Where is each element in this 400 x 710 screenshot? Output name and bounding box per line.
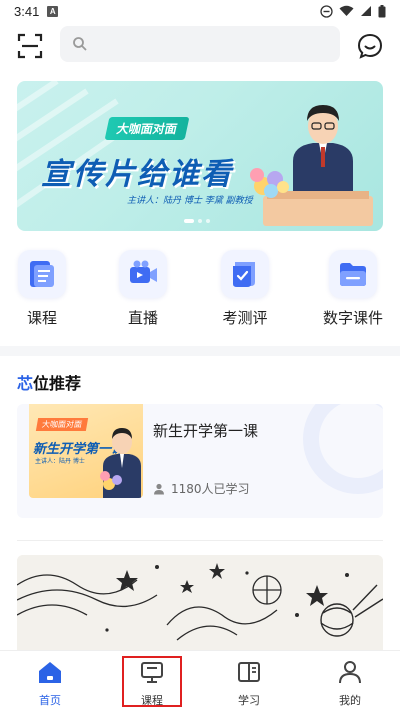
scan-icon[interactable] xyxy=(16,32,44,60)
quick-link-label: 课程 xyxy=(26,309,57,327)
highlight-annotation xyxy=(122,656,182,707)
title-rest: 位推荐 xyxy=(33,374,82,393)
divider xyxy=(17,540,383,541)
quick-link-live[interactable]: 直播 xyxy=(103,250,183,328)
nav-label: 首页 xyxy=(39,694,61,707)
title-accent: 芯 xyxy=(17,374,34,393)
pagination-dot xyxy=(206,219,210,223)
pagination-dot xyxy=(198,219,202,223)
battery-icon xyxy=(378,4,386,17)
quick-links: 课程 直播 考测评 数字课件 xyxy=(0,250,400,330)
engraving-illustration xyxy=(17,555,383,655)
user-icon xyxy=(154,483,164,494)
status-bar: 3:41 A xyxy=(0,0,400,22)
learner-count: 1180人已学习 xyxy=(171,482,250,496)
quick-link-exam[interactable]: 考测评 xyxy=(205,250,285,328)
nav-study[interactable]: 学习 xyxy=(219,659,279,708)
search-input[interactable] xyxy=(94,30,330,58)
course-card[interactable]: 大咖面对面 新生开学第一课 主讲人：陆丹 博士 新生开学第一课 1180人已学习 xyxy=(17,404,383,518)
section-separator xyxy=(0,346,400,356)
exam-icon xyxy=(221,250,269,298)
signal-icon xyxy=(361,6,371,16)
banner-pagination xyxy=(184,219,210,223)
card-decoration xyxy=(303,404,383,494)
folder-icon xyxy=(329,250,377,298)
home-icon xyxy=(39,662,61,683)
status-time: 3:41 xyxy=(14,3,40,19)
study-book-icon xyxy=(238,662,260,682)
section-title-recommend: 芯位推荐 xyxy=(17,370,81,394)
notification-badge: A xyxy=(47,5,59,17)
course-book-icon xyxy=(18,250,66,298)
nav-profile[interactable]: 我的 xyxy=(320,659,380,708)
search-bar[interactable] xyxy=(60,26,340,62)
thumb-tag: 大咖面对面 xyxy=(35,418,89,431)
nav-label: 我的 xyxy=(339,694,361,707)
quick-link-label: 数字课件 xyxy=(322,309,383,327)
status-icons xyxy=(320,4,386,18)
course-title: 新生开学第一课 xyxy=(153,422,259,440)
profile-icon xyxy=(339,661,361,684)
pagination-dot xyxy=(184,219,194,223)
nav-label: 学习 xyxy=(238,694,260,707)
banner-speakers: 主讲人：陆丹 博士 李黛 副教授 xyxy=(127,196,253,206)
course-learners: 1180人已学习 xyxy=(153,480,250,497)
thumb-subtitle: 主讲人：陆丹 博士 xyxy=(35,458,85,465)
quick-link-course[interactable]: 课程 xyxy=(2,250,82,328)
bottom-nav: 首页 课程 学习 我的 xyxy=(0,650,400,710)
message-icon[interactable] xyxy=(356,32,384,60)
do-not-disturb-icon xyxy=(320,4,333,18)
banner-headline: 宣传片给谁看 xyxy=(41,157,233,192)
nav-home[interactable]: 首页 xyxy=(20,659,80,708)
quick-link-label: 考测评 xyxy=(222,309,268,327)
promo-banner[interactable]: 大咖面对面 宣传片给谁看 主讲人：陆丹 博士 李黛 副教授 xyxy=(17,81,383,231)
quick-link-label: 直播 xyxy=(127,309,158,327)
thumb-speaker-illustration xyxy=(100,428,141,498)
course-cover-image[interactable] xyxy=(17,555,383,655)
search-icon xyxy=(73,37,87,51)
speaker-illustration xyxy=(250,105,373,226)
live-video-icon xyxy=(119,250,167,298)
quick-link-courseware[interactable]: 数字课件 xyxy=(313,250,393,328)
banner-tag: 大咖面对面 xyxy=(104,117,190,140)
top-header xyxy=(0,26,400,66)
wifi-icon xyxy=(339,5,354,16)
course-thumbnail: 大咖面对面 新生开学第一课 主讲人：陆丹 博士 xyxy=(29,404,143,498)
